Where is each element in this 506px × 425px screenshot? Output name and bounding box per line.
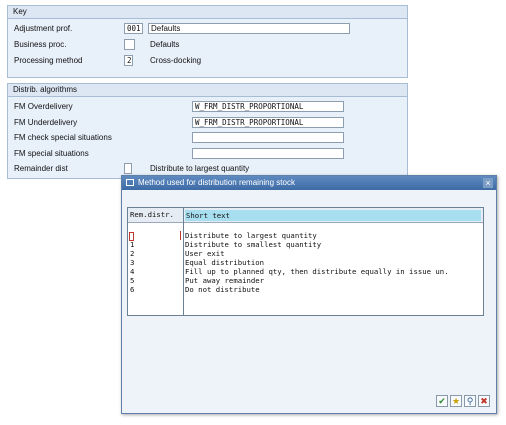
key-group: Key Adjustment prof. 001 Defaults Busine… [7, 5, 408, 78]
processing-method-field[interactable]: 2 [124, 55, 133, 66]
continue-icon[interactable]: ✔ [436, 395, 448, 407]
distrib-algorithms-group: Distrib. algorithms FM Overdelivery W_FR… [7, 83, 408, 179]
row-text: Fill up to planned qty, then distribute … [185, 267, 449, 276]
row-text: Distribute to largest quantity [185, 231, 317, 240]
row-text: Equal distribution [185, 258, 265, 267]
row-key: 2 [130, 249, 135, 258]
processing-method-label: Processing method [14, 56, 83, 65]
business-proc-field[interactable] [124, 39, 135, 50]
row-text: User exit [185, 249, 225, 258]
row-key: 5 [130, 276, 135, 285]
value-help-dialog: Method used for distribution remaining s… [121, 175, 497, 414]
row-text: Distribute to smallest quantity [185, 240, 322, 249]
dialog-title-bar[interactable]: Method used for distribution remaining s… [122, 176, 496, 190]
find-icon[interactable]: ★ [450, 395, 462, 407]
row-text: Do not distribute [185, 285, 260, 294]
row-text: Put away remainder [185, 276, 265, 285]
fm-underdelivery-label: FM Underdelivery [14, 118, 78, 127]
adjustment-prof-field[interactable]: 001 [124, 23, 143, 34]
fm-check-special-situations-field[interactable] [192, 132, 344, 143]
cancel-icon[interactable]: ✖ [478, 395, 490, 407]
business-proc-label: Business proc. [14, 40, 67, 49]
row-key: 1 [130, 240, 135, 249]
business-proc-description: Defaults [150, 40, 180, 49]
processing-method-description: Cross-docking [150, 56, 202, 65]
table-row[interactable]: 6 Do not distribute [128, 286, 483, 294]
fm-special-situations-field[interactable] [192, 148, 344, 159]
table-row[interactable]: 1 Distribute to smallest quantity [128, 241, 483, 249]
remainder-dist-label: Remainder dist [14, 164, 68, 173]
row-key: 4 [130, 267, 135, 276]
adjustment-prof-label: Adjustment prof. [14, 24, 73, 33]
window-icon [126, 179, 134, 186]
table-header: Rem.distr. Short text [128, 208, 483, 223]
fm-special-situations-label: FM special situations [14, 149, 89, 158]
fm-check-special-situations-label: FM check special situations [14, 133, 112, 142]
table-row[interactable]: 3 Equal distribution [128, 259, 483, 267]
remainder-dist-field[interactable] [124, 163, 132, 174]
dialog-title: Method used for distribution remaining s… [138, 178, 295, 187]
fm-overdelivery-field[interactable]: W_FRM_DISTR_PROPORTIONAL [192, 101, 344, 112]
distrib-group-title: Distrib. algorithms [8, 84, 407, 97]
fm-overdelivery-label: FM Overdelivery [14, 102, 73, 111]
column-header-short-text[interactable]: Short text [185, 210, 481, 221]
table-row[interactable]: 5 Put away remainder [128, 277, 483, 285]
column-header-rem-distr[interactable]: Rem.distr. [130, 208, 174, 222]
close-icon[interactable]: × [483, 178, 493, 188]
remainder-dist-description: Distribute to largest quantity [150, 164, 250, 173]
adjustment-prof-description: Defaults [148, 23, 350, 34]
row-key: 6 [130, 285, 135, 294]
dialog-button-bar: ✔ ★ ⚲ ✖ [436, 395, 492, 409]
find-next-icon[interactable]: ⚲ [464, 395, 476, 407]
fm-underdelivery-field[interactable]: W_FRM_DISTR_PROPORTIONAL [192, 117, 344, 128]
table-row[interactable]: 4 Fill up to planned qty, then distribut… [128, 268, 483, 276]
key-group-title: Key [8, 6, 407, 19]
table-row[interactable]: Distribute to largest quantity [128, 231, 483, 241]
table-row[interactable]: 2 User exit [128, 250, 483, 258]
row-key: 3 [130, 258, 135, 267]
value-list-table: Rem.distr. Short text Distribute to larg… [127, 207, 484, 316]
